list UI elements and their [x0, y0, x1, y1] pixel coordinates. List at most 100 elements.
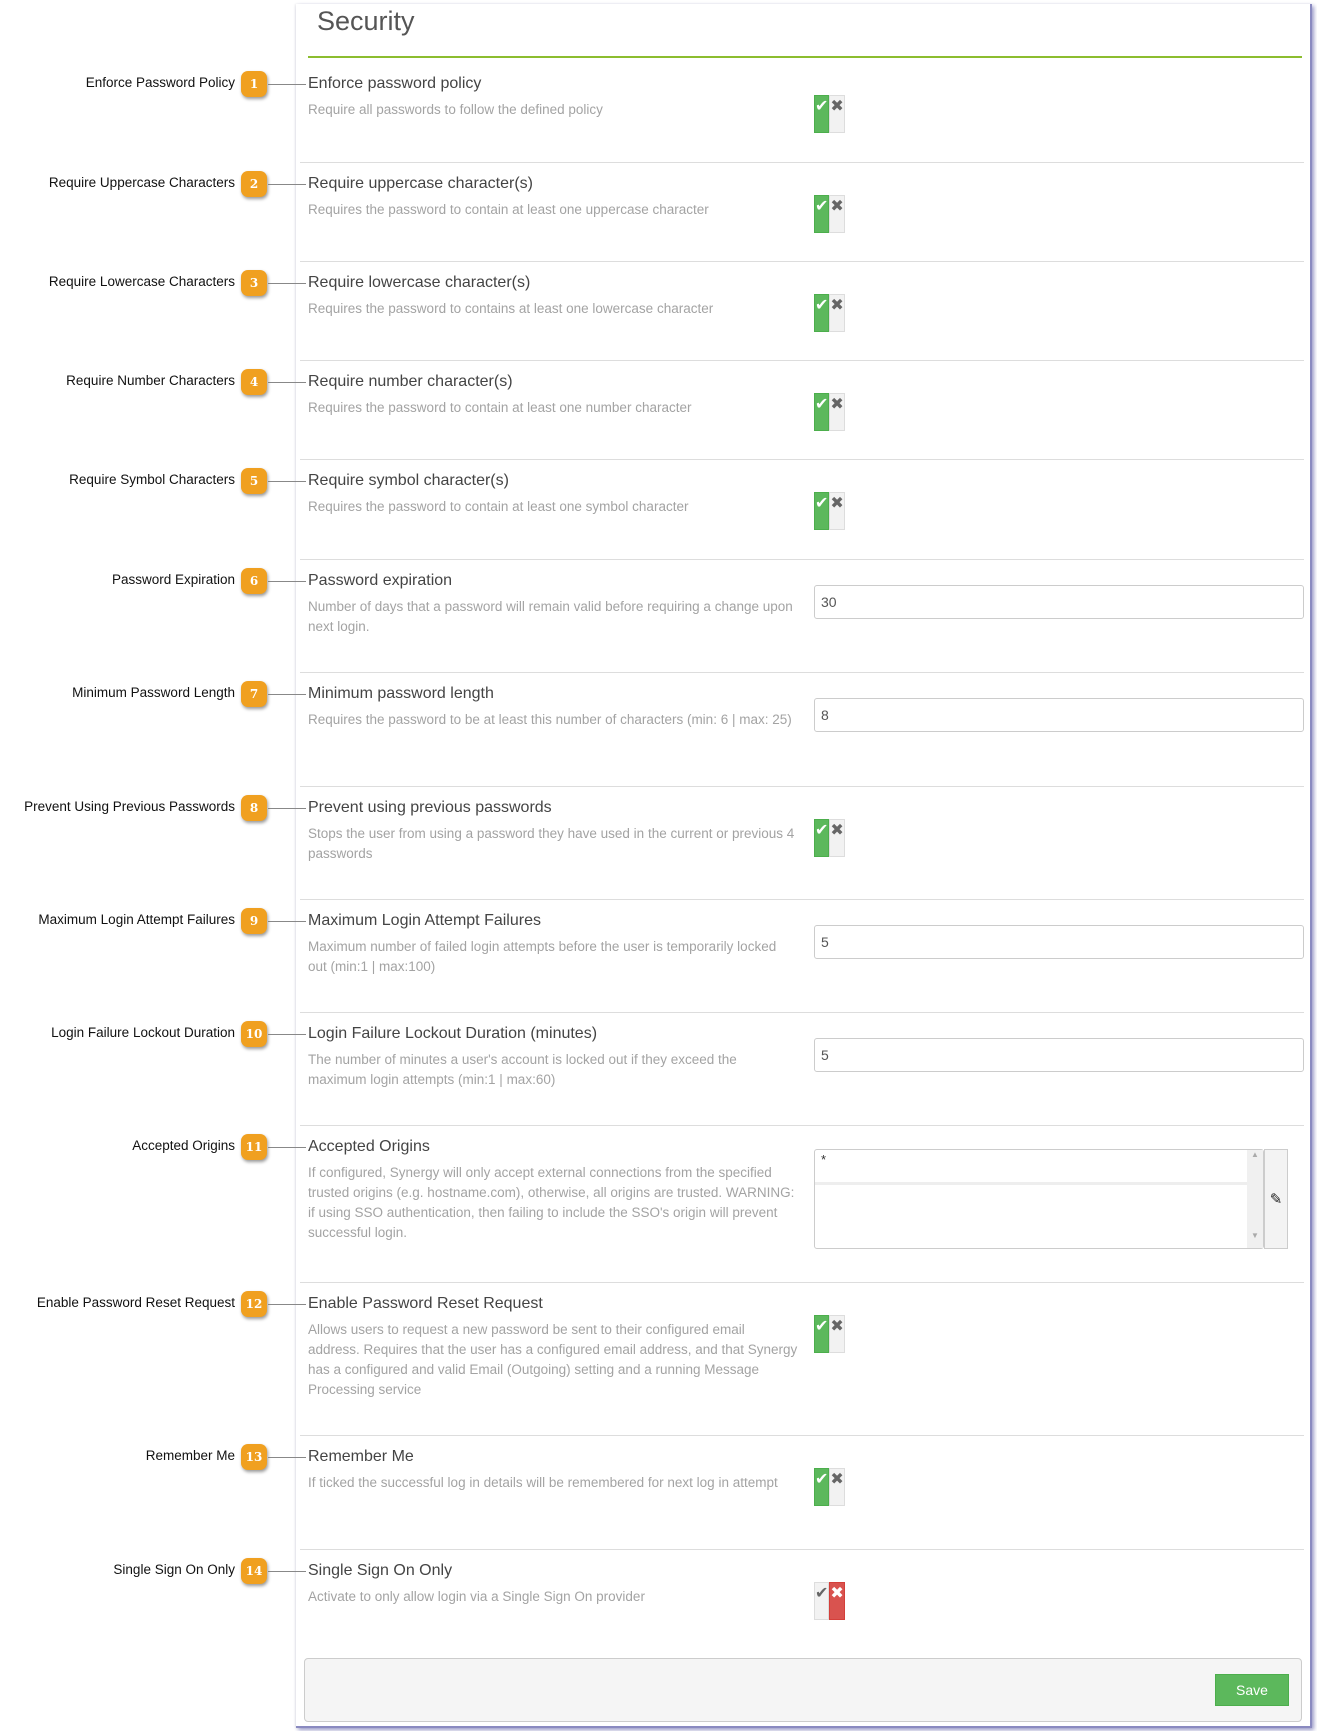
setting-description: Stops the user from using a password the… — [308, 826, 795, 861]
toggle-enforce-password-policy[interactable]: ✔ ✖ — [814, 95, 894, 133]
annotation-badge: 1 — [241, 71, 267, 97]
check-icon[interactable]: ✔ — [814, 1468, 830, 1506]
annotation-connector — [268, 1457, 306, 1458]
setting-description: If configured, Synergy will only accept … — [308, 1165, 795, 1240]
input-minimum-password-length[interactable]: 8 — [814, 698, 1304, 732]
setting-description: Requires the password to be at least thi… — [308, 712, 792, 727]
check-icon[interactable]: ✔ — [814, 195, 830, 233]
input-login-failure-lockout-duration[interactable]: 5 — [814, 1038, 1304, 1072]
close-icon[interactable]: ✖ — [829, 393, 845, 431]
setting-title: Enable Password Reset Request — [308, 1295, 543, 1312]
setting-description: The number of minutes a user's account i… — [308, 1052, 737, 1087]
scroll-down-icon[interactable]: ▼ — [1247, 1231, 1263, 1240]
row-separator — [300, 672, 1304, 673]
close-icon[interactable]: ✖ — [829, 195, 845, 233]
textarea-divider — [815, 1182, 1247, 1185]
annotation-label: Maximum Login Attempt Failures — [38, 912, 235, 927]
setting-description: Activate to only allow login via a Singl… — [308, 1589, 645, 1604]
annotation-connector — [268, 382, 306, 383]
toggle-require-uppercase-characters[interactable]: ✔ ✖ — [814, 195, 894, 233]
annotation-badge: 12 — [241, 1291, 267, 1317]
close-icon[interactable]: ✖ — [829, 95, 845, 133]
annotation-label: Prevent Using Previous Passwords — [24, 799, 235, 814]
row-separator — [300, 899, 1304, 900]
row-separator — [300, 786, 1304, 787]
annotation-connector — [268, 808, 306, 809]
check-icon[interactable]: ✔ — [814, 294, 830, 332]
annotation-badge: 13 — [241, 1444, 267, 1470]
setting-description: Require all passwords to follow the defi… — [308, 102, 603, 117]
annotation-badge: 14 — [241, 1558, 267, 1584]
toggle-single-sign-on-only[interactable]: ✔ ✖ — [814, 1582, 894, 1620]
setting-title: Require uppercase character(s) — [308, 175, 533, 192]
input-password-expiration[interactable]: 30 — [814, 585, 1304, 619]
accepted-origins-textarea[interactable]: * ▲ ▼ — [814, 1149, 1264, 1249]
setting-description: If ticked the successful log in details … — [308, 1475, 778, 1490]
annotation-label: Enable Password Reset Request — [36, 1295, 235, 1310]
toggle-remember-me[interactable]: ✔ ✖ — [814, 1468, 894, 1506]
check-icon[interactable]: ✔ — [814, 819, 830, 857]
annotation-badge: 9 — [241, 908, 267, 934]
pencil-icon: ✎ — [1269, 1191, 1283, 1208]
input-maximum-login-attempt-failures[interactable]: 5 — [814, 925, 1304, 959]
annotation-connector — [268, 84, 306, 85]
check-icon[interactable]: ✔ — [814, 393, 830, 431]
row-separator — [300, 261, 1304, 262]
setting-title: Minimum password length — [308, 685, 494, 702]
close-icon[interactable]: ✖ — [829, 1315, 845, 1353]
setting-title: Require lowercase character(s) — [308, 274, 531, 291]
toggle-require-symbol-characters[interactable]: ✔ ✖ — [814, 492, 894, 530]
setting-title: Require number character(s) — [308, 373, 513, 390]
setting-title: Maximum Login Attempt Failures — [308, 912, 541, 929]
annotation-label: Require Number Characters — [66, 373, 235, 388]
annotation-badge: 6 — [241, 568, 267, 594]
setting-title: Prevent using previous passwords — [308, 799, 552, 816]
annotation-connector — [268, 1147, 306, 1148]
annotation-badge: 11 — [241, 1134, 267, 1160]
annotation-badge: 10 — [241, 1021, 267, 1047]
close-icon[interactable]: ✖ — [829, 492, 845, 530]
scroll-up-icon[interactable]: ▲ — [1247, 1150, 1263, 1159]
annotation-badge: 2 — [241, 171, 267, 197]
annotation-label: Require Lowercase Characters — [48, 274, 235, 289]
title-divider — [308, 56, 1302, 58]
annotation-connector — [268, 694, 306, 695]
annotation-label: Password Expiration — [111, 572, 235, 587]
setting-title: Require symbol character(s) — [308, 472, 509, 489]
check-icon[interactable]: ✔ — [814, 95, 830, 133]
row-separator — [300, 162, 1304, 163]
annotation-badge: 7 — [241, 681, 267, 707]
annotation-label: Single Sign On Only — [113, 1562, 235, 1577]
annotation-connector — [268, 1034, 306, 1035]
toggle-prevent-using-previous-passwords[interactable]: ✔ ✖ — [814, 819, 894, 857]
page-title: Security — [317, 6, 415, 36]
scrollbar[interactable]: ▲ ▼ — [1247, 1150, 1263, 1248]
annotation-badge: 5 — [241, 468, 267, 494]
security-panel: Security Save Enforce password policy Req… — [296, 4, 1312, 1728]
check-icon[interactable]: ✔ — [814, 1315, 830, 1353]
toggle-enable-password-reset-request[interactable]: ✔ ✖ — [814, 1315, 894, 1353]
toggle-require-lowercase-characters[interactable]: ✔ ✖ — [814, 294, 894, 332]
textarea-value: * — [821, 1152, 827, 1167]
close-icon[interactable]: ✖ — [829, 294, 845, 332]
annotation-connector — [268, 1304, 306, 1305]
setting-title: Single Sign On Only — [308, 1562, 453, 1579]
toggle-require-number-characters[interactable]: ✔ ✖ — [814, 393, 894, 431]
close-icon[interactable]: ✖ — [829, 1582, 845, 1620]
save-button[interactable]: Save — [1215, 1674, 1289, 1706]
annotation-label: Remember Me — [145, 1448, 235, 1463]
edit-button[interactable]: ✎ — [1264, 1149, 1288, 1249]
close-icon[interactable]: ✖ — [829, 819, 845, 857]
row-separator — [300, 1549, 1304, 1550]
setting-description: Requires the password to contains at lea… — [308, 301, 714, 316]
setting-description: Maximum number of failed login attempts … — [308, 939, 777, 974]
row-separator — [300, 360, 1304, 361]
annotation-label: Minimum Password Length — [72, 685, 235, 700]
check-icon[interactable]: ✔ — [814, 1582, 830, 1620]
annotation-connector — [268, 283, 306, 284]
setting-title: Login Failure Lockout Duration (minutes) — [308, 1025, 598, 1042]
annotation-connector — [268, 481, 306, 482]
check-icon[interactable]: ✔ — [814, 492, 830, 530]
annotation-label: Require Symbol Characters — [69, 472, 235, 487]
close-icon[interactable]: ✖ — [829, 1468, 845, 1506]
